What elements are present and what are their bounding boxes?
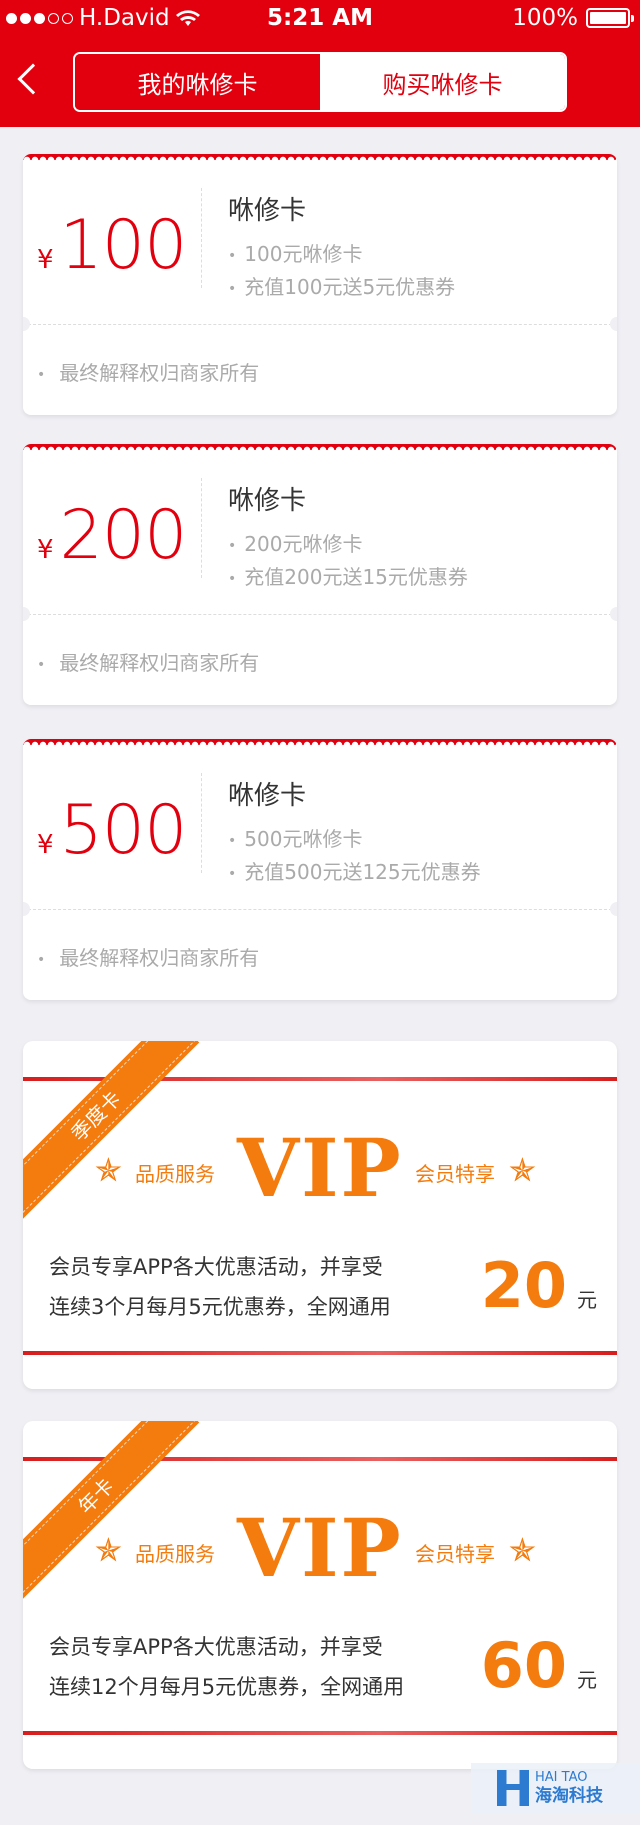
card-price: ¥ 200 bbox=[37, 496, 188, 575]
battery-icon bbox=[586, 8, 634, 28]
card-notch bbox=[23, 902, 30, 916]
ribbon-text: 年卡 bbox=[23, 1421, 197, 1597]
vertical-divider bbox=[201, 773, 202, 873]
vip-logo: VIP bbox=[237, 1501, 403, 1595]
battery-percentage: 100% bbox=[512, 5, 578, 31]
back-arrow-icon[interactable] bbox=[17, 63, 49, 95]
card-footer-note: 最终解释权归商家所有 bbox=[37, 357, 259, 386]
member-exclusive-label: 会员特享 bbox=[415, 1162, 495, 1186]
ribbon-label: 季度卡 bbox=[23, 1041, 200, 1220]
vertical-divider bbox=[201, 478, 202, 578]
card-amount: 500 bbox=[59, 791, 188, 870]
card-detail-line: 200元咻修卡 bbox=[228, 528, 362, 557]
header-bar: H.David 5:21 AM 100% 我的咻修卡 购买咻修卡 bbox=[0, 0, 640, 127]
watermark-latin: HAI TAO bbox=[535, 1770, 588, 1785]
vip-description: 会员专享APP各大优惠活动，并享受 连续3个月每月5元优惠券，全网通用 bbox=[49, 1247, 391, 1327]
vip-price: 20 元 bbox=[481, 1249, 597, 1322]
haitao-logo-icon bbox=[497, 1770, 529, 1806]
currency-symbol: ¥ bbox=[37, 535, 54, 565]
vip-description-line: 连续3个月每月5元优惠券，全网通用 bbox=[49, 1295, 391, 1319]
card-title: 咻修卡 bbox=[228, 781, 307, 811]
star-icon: ✯ bbox=[95, 1531, 122, 1569]
vip-card-quarterly[interactable]: 季度卡 ✯ 品质服务 VIP 会员特享 ✯ 会员专享APP各大优惠活动，并享受 … bbox=[23, 1041, 617, 1389]
watermark: HAI TAO 海淘科技 bbox=[471, 1763, 640, 1813]
card-detail-line: 充值100元送5元优惠券 bbox=[228, 271, 455, 300]
vip-logo: VIP bbox=[237, 1121, 403, 1215]
currency-symbol: ¥ bbox=[37, 830, 54, 860]
card-price: ¥ 100 bbox=[37, 206, 188, 285]
vip-price-unit: 元 bbox=[577, 1668, 597, 1692]
vertical-divider bbox=[201, 188, 202, 288]
card-footer-note: 最终解释权归商家所有 bbox=[37, 942, 259, 971]
card-detail-line: 充值500元送125元优惠券 bbox=[228, 856, 480, 885]
vip-description-line: 会员专享APP各大优惠活动，并享受 bbox=[49, 1635, 383, 1659]
tab-buy-cards[interactable]: 购买咻修卡 bbox=[320, 54, 565, 110]
quality-service-label: 品质服务 bbox=[135, 1542, 215, 1566]
card-detail-line: 充值200元送15元优惠券 bbox=[228, 561, 468, 590]
star-icon: ✯ bbox=[509, 1531, 536, 1569]
card-notch bbox=[23, 607, 30, 621]
decorative-line bbox=[23, 1351, 617, 1355]
vip-price-amount: 60 bbox=[480, 1629, 567, 1702]
card-top-edge bbox=[23, 444, 617, 450]
vip-description: 会员专享APP各大优惠活动，并享受 连续12个月每月5元优惠券，全网通用 bbox=[49, 1627, 404, 1707]
card-notch bbox=[610, 317, 617, 331]
vip-description-line: 连续12个月每月5元优惠券，全网通用 bbox=[49, 1675, 405, 1699]
quality-service-label: 品质服务 bbox=[135, 1162, 215, 1186]
horizontal-divider bbox=[23, 614, 617, 615]
card-amount: 100 bbox=[59, 206, 188, 285]
card-amount: 200 bbox=[59, 496, 188, 575]
card-price: ¥ 500 bbox=[37, 791, 188, 870]
watermark-text: HAI TAO 海淘科技 bbox=[535, 1770, 603, 1806]
recharge-card[interactable]: ¥ 500 咻修卡 500元咻修卡 充值500元送125元优惠券 最终解释权归商… bbox=[23, 739, 617, 1000]
card-detail-line: 100元咻修卡 bbox=[228, 238, 362, 267]
segmented-control: 我的咻修卡 购买咻修卡 bbox=[73, 52, 567, 112]
card-top-edge bbox=[23, 739, 617, 745]
horizontal-divider bbox=[23, 909, 617, 910]
horizontal-divider bbox=[23, 324, 617, 325]
star-icon: ✯ bbox=[509, 1151, 536, 1189]
status-bar: H.David 5:21 AM 100% bbox=[0, 0, 640, 40]
tab-my-cards[interactable]: 我的咻修卡 bbox=[75, 54, 320, 110]
card-notch bbox=[610, 607, 617, 621]
vip-price: 60 元 bbox=[481, 1629, 597, 1702]
watermark-chinese: 海淘科技 bbox=[535, 1786, 603, 1806]
card-top-edge bbox=[23, 154, 617, 160]
decorative-line bbox=[23, 1731, 617, 1735]
star-icon: ✯ bbox=[95, 1151, 122, 1189]
vip-price-unit: 元 bbox=[577, 1288, 597, 1312]
card-notch bbox=[23, 317, 30, 331]
card-notch bbox=[610, 902, 617, 916]
card-title: 咻修卡 bbox=[228, 486, 307, 516]
recharge-card[interactable]: ¥ 100 咻修卡 100元咻修卡 充值100元送5元优惠券 最终解释权归商家所… bbox=[23, 154, 617, 415]
recharge-card[interactable]: ¥ 200 咻修卡 200元咻修卡 充值200元送15元优惠券 最终解释权归商家… bbox=[23, 444, 617, 705]
ribbon-label: 年卡 bbox=[23, 1421, 200, 1600]
member-exclusive-label: 会员特享 bbox=[415, 1542, 495, 1566]
vip-card-annual[interactable]: 年卡 ✯ 品质服务 VIP 会员特享 ✯ 会员专享APP各大优惠活动，并享受 连… bbox=[23, 1421, 617, 1769]
vip-description-line: 会员专享APP各大优惠活动，并享受 bbox=[49, 1255, 383, 1279]
card-detail-line: 500元咻修卡 bbox=[228, 823, 362, 852]
currency-symbol: ¥ bbox=[37, 245, 54, 275]
card-title: 咻修卡 bbox=[228, 196, 307, 226]
vip-price-amount: 20 bbox=[480, 1249, 567, 1322]
ribbon-text: 季度卡 bbox=[23, 1041, 197, 1217]
card-footer-note: 最终解释权归商家所有 bbox=[37, 647, 259, 676]
